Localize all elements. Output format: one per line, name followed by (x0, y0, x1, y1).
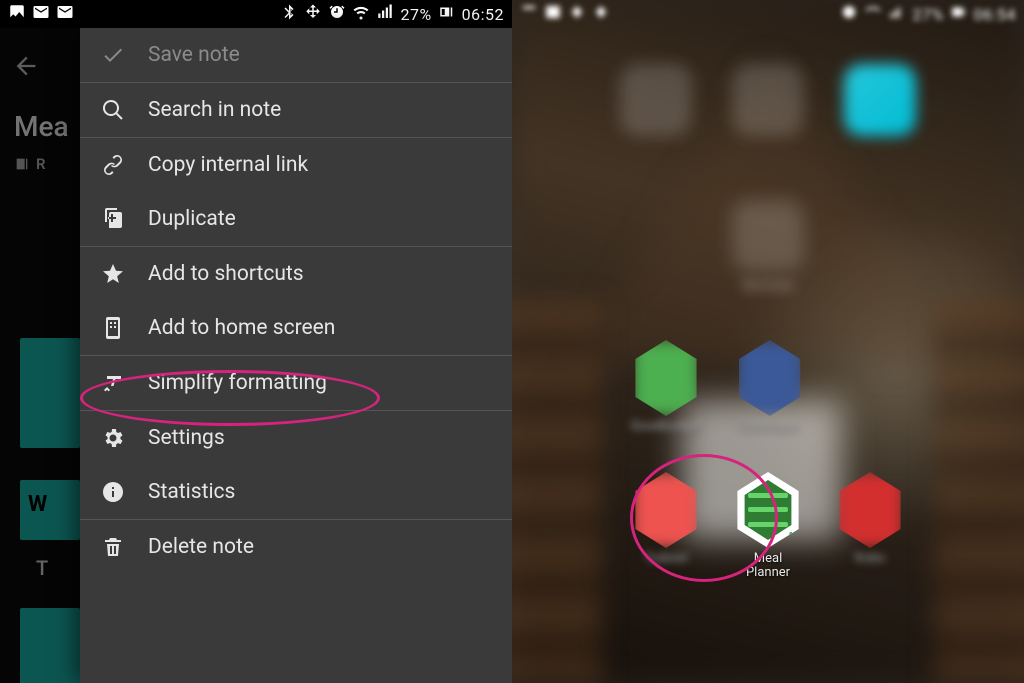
menu-delete-note[interactable]: Delete note (80, 520, 512, 574)
home-folder[interactable] (620, 64, 692, 136)
overflow-menu: Save note Search in note Copy internal l… (80, 28, 512, 683)
duplicate-icon (100, 206, 126, 232)
check-icon (100, 42, 126, 68)
rotate-icon (304, 3, 322, 25)
status-bar-left: 27% 06:52 (0, 0, 512, 28)
clock: 06:54 (974, 5, 1016, 24)
gear-icon (100, 425, 126, 451)
wifi-icon (352, 3, 370, 25)
menu-statistics[interactable]: Statistics (80, 465, 512, 519)
app-label: Kobo (855, 552, 885, 566)
bluetooth-icon (280, 3, 298, 25)
menu-add-shortcuts[interactable]: Add to shortcuts (80, 247, 512, 301)
app-label: Catalogue (740, 420, 799, 434)
home-folder-row (512, 64, 1024, 136)
evernote-badge-icon (782, 526, 806, 550)
menu-label: Delete note (148, 535, 254, 559)
menu-simplify-formatting[interactable]: Simplify formatting (80, 356, 512, 410)
picture-icon (8, 3, 26, 25)
app-catalogue[interactable]: Catalogue (736, 340, 804, 434)
menu-label: Duplicate (148, 207, 236, 231)
info-icon (100, 479, 126, 505)
menu-settings[interactable]: Settings (80, 411, 512, 465)
menu-label: Settings (148, 426, 225, 450)
gmail-icon (32, 3, 50, 25)
home-screen-icon (100, 315, 126, 341)
battery-pct: 27% (400, 5, 431, 24)
home-icon-row: Todoist Meal Planner Kobo (512, 472, 1024, 581)
play-store-icon[interactable] (844, 64, 916, 136)
format-clear-icon (100, 370, 126, 396)
battery-icon (438, 3, 456, 25)
wifi-icon (864, 3, 882, 25)
notif-icon (544, 3, 562, 25)
trash-icon (100, 534, 126, 560)
app-label: Todoist (644, 552, 687, 566)
menu-copy-link[interactable]: Copy internal link (80, 138, 512, 192)
app-label: Meal Planner (746, 552, 790, 581)
app-todoist[interactable]: Todoist (632, 472, 700, 581)
notif-icon (568, 3, 586, 25)
cell-signal-icon (888, 3, 906, 25)
battery-pct: 27% (912, 5, 943, 24)
menu-add-home-screen[interactable]: Add to home screen (80, 301, 512, 355)
battery-icon (950, 3, 968, 25)
app-label: Goodbudget (630, 420, 701, 434)
menu-duplicate[interactable]: Duplicate (80, 192, 512, 246)
menu-label: Add to home screen (148, 316, 335, 340)
notif-icon (592, 3, 610, 25)
star-icon (100, 261, 126, 287)
menu-label: Search in note (148, 98, 281, 122)
alarm-icon (328, 3, 346, 25)
app-goodbudget[interactable]: Goodbudget (630, 340, 701, 434)
folder-label: Services (512, 278, 1024, 294)
gmail-icon (56, 3, 74, 25)
home-folder[interactable] (732, 64, 804, 136)
clock: 06:52 (462, 5, 504, 24)
app-kobo[interactable]: Kobo (836, 472, 904, 581)
menu-label: Statistics (148, 480, 235, 504)
link-icon (100, 152, 126, 178)
home-icon-row: Goodbudget Catalogue (512, 340, 1024, 434)
cell-signal-icon (376, 3, 394, 25)
search-icon (100, 97, 126, 123)
app-meal-planner[interactable]: Meal Planner (734, 472, 802, 581)
menu-label: Simplify formatting (148, 371, 327, 395)
home-folder[interactable] (732, 200, 804, 272)
menu-label: Save note (148, 43, 240, 67)
menu-search-in-note[interactable]: Search in note (80, 83, 512, 137)
status-bar-right: 27% 06:54 (512, 0, 1024, 28)
menu-label: Add to shortcuts (148, 262, 304, 286)
menu-label: Copy internal link (148, 153, 308, 177)
notif-icon (520, 3, 538, 25)
alarm-icon (840, 3, 858, 25)
menu-save-note: Save note (80, 28, 512, 82)
